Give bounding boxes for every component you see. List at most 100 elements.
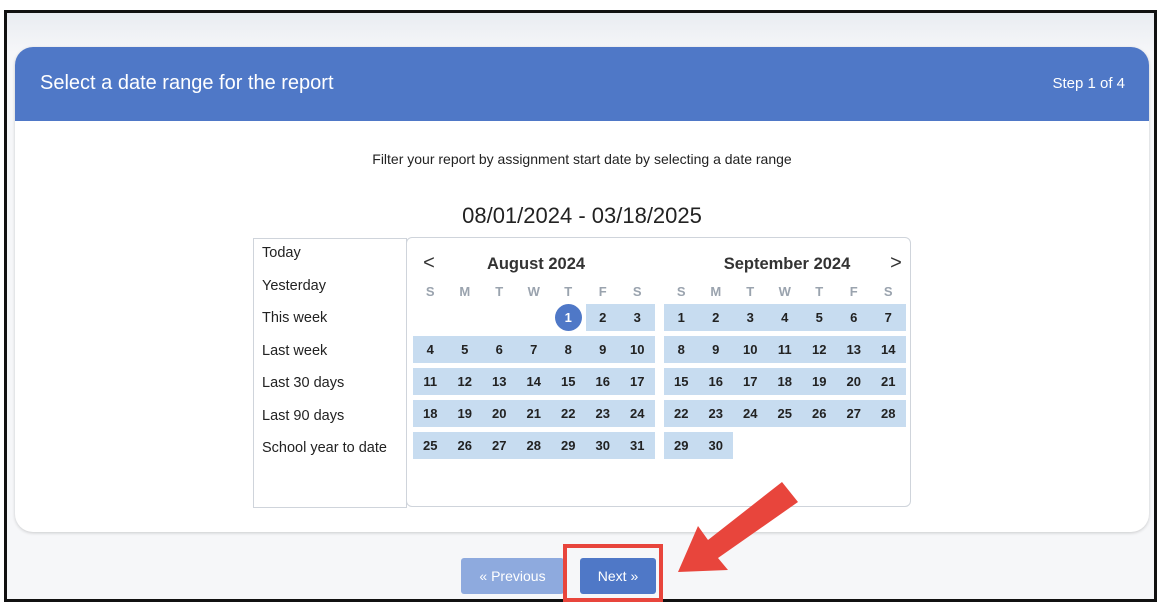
instruction-text: Filter your report by assignment start d…	[372, 151, 792, 167]
calendar-day[interactable]: 7	[516, 336, 551, 363]
calendar-day[interactable]: 17	[733, 368, 768, 395]
app-frame: Select a date range for the report Step …	[4, 10, 1157, 602]
weekday-label: S	[676, 284, 686, 299]
calendar-day[interactable]: 1	[664, 304, 699, 331]
weekday-label: F	[849, 284, 858, 299]
pointer-arrow-icon	[678, 482, 798, 572]
calendar-day[interactable]: 16	[698, 368, 733, 395]
calendar-day[interactable]: 7	[871, 304, 906, 331]
empty-day-cell	[482, 304, 517, 331]
range-start-day[interactable]: 1	[551, 304, 586, 331]
calendar-day[interactable]: 26	[802, 400, 837, 427]
calendar-day[interactable]: 28	[871, 400, 906, 427]
calendar-day[interactable]: 25	[767, 400, 802, 427]
calendar-day[interactable]: 5	[802, 304, 837, 331]
month-title: August 2024	[486, 255, 586, 273]
calendar-day[interactable]: 2	[698, 304, 733, 331]
preset-yesterday[interactable]: Yesterday	[254, 278, 406, 311]
calendar-day[interactable]: 29	[664, 432, 699, 459]
calendar-day[interactable]: 16	[585, 368, 620, 395]
preset-last-90-days[interactable]: Last 90 days	[254, 408, 406, 441]
calendar-day[interactable]: 23	[698, 400, 733, 427]
calendar-day[interactable]: 6	[482, 336, 517, 363]
step-indicator: Step 1 of 4	[1052, 75, 1125, 92]
previous-button[interactable]: « Previous	[461, 558, 564, 594]
weekday-label: S	[425, 284, 435, 299]
calendar-week-row: 123	[413, 304, 659, 331]
calendar-day[interactable]: 17	[620, 368, 655, 395]
weekday-label: S	[883, 284, 893, 299]
calendar-day[interactable]: 3	[620, 304, 655, 331]
date-range-display[interactable]: 08/01/2024 - 03/18/2025	[15, 203, 1149, 229]
calendar-day[interactable]: 5	[447, 336, 482, 363]
calendar-day[interactable]: 20	[836, 368, 871, 395]
calendar-day[interactable]: 29	[551, 432, 586, 459]
calendar-day[interactable]: 12	[447, 368, 482, 395]
preset-last-30-days[interactable]: Last 30 days	[254, 375, 406, 408]
preset-this-week[interactable]: This week	[254, 310, 406, 343]
calendar-day[interactable]: 19	[447, 400, 482, 427]
calendar-day[interactable]: 12	[802, 336, 837, 363]
preset-today[interactable]: Today	[254, 245, 406, 278]
empty-day-cell	[517, 304, 552, 331]
calendar-day[interactable]: 13	[482, 368, 517, 395]
calendar-day[interactable]: 30	[698, 432, 733, 459]
calendar-day[interactable]: 20	[482, 400, 517, 427]
calendar-day[interactable]: 9	[585, 336, 620, 363]
calendar-day[interactable]: 18	[413, 400, 448, 427]
calendar-day[interactable]: 15	[664, 368, 699, 395]
weekday-label: T	[495, 284, 504, 299]
calendar-week-row: 1234567	[664, 304, 910, 331]
calendar-day[interactable]: 19	[802, 368, 837, 395]
card-header: Select a date range for the report Step …	[15, 47, 1149, 121]
calendar-day[interactable]: 21	[516, 400, 551, 427]
weekday-label: W	[778, 284, 791, 299]
calendar-day[interactable]: 10	[620, 336, 655, 363]
calendar-day[interactable]: 25	[413, 432, 448, 459]
calendar-week-row: 8 9 10 11 12 13 14	[664, 336, 910, 363]
preset-range-list: Today Yesterday This week Last week Last…	[253, 238, 407, 508]
calendar-day[interactable]: 31	[620, 432, 655, 459]
empty-day-cell	[802, 432, 837, 459]
calendar-day[interactable]: 10	[733, 336, 768, 363]
calendar-day[interactable]: 24	[733, 400, 768, 427]
calendar-day[interactable]: 18	[767, 368, 802, 395]
calendar-day[interactable]: 28	[516, 432, 551, 459]
calendar-day[interactable]: 27	[836, 400, 871, 427]
calendar-day[interactable]: 9	[698, 336, 733, 363]
calendar-day[interactable]: 21	[871, 368, 906, 395]
chevron-right-icon[interactable]: >	[886, 252, 906, 275]
month-title: September 2024	[723, 255, 851, 273]
calendar-day[interactable]: 14	[871, 336, 906, 363]
calendar-day[interactable]: 3	[733, 304, 768, 331]
preset-last-week[interactable]: Last week	[254, 343, 406, 376]
report-wizard-card: Select a date range for the report Step …	[15, 47, 1149, 532]
preset-school-year-to-date[interactable]: School year to date	[254, 440, 406, 473]
calendar-day[interactable]: 23	[585, 400, 620, 427]
calendar-day[interactable]: 15	[551, 368, 586, 395]
calendar-day[interactable]: 30	[585, 432, 620, 459]
weekday-label: F	[598, 284, 607, 299]
calendar-day[interactable]: 6	[836, 304, 871, 331]
card-title: Select a date range for the report	[40, 72, 334, 94]
empty-day-cell	[837, 432, 872, 459]
calendar-day[interactable]: 4	[413, 336, 448, 363]
calendar-day[interactable]: 26	[447, 432, 482, 459]
calendar-week-row: 15 16 17 18 19 20 21	[664, 368, 910, 395]
calendar-day[interactable]: 14	[516, 368, 551, 395]
calendar-day[interactable]: 11	[767, 336, 802, 363]
empty-day-cell	[413, 304, 448, 331]
calendar-day[interactable]: 24	[620, 400, 655, 427]
calendar-week-row: 11 12 13 14 15 16 17	[413, 368, 659, 395]
weekday-label: M	[459, 284, 471, 299]
empty-day-cell	[768, 432, 803, 459]
calendar-day[interactable]: 11	[413, 368, 448, 395]
calendar-day[interactable]: 22	[664, 400, 699, 427]
calendar-day[interactable]: 2	[585, 304, 620, 331]
calendar-day[interactable]: 22	[551, 400, 586, 427]
calendar-day[interactable]: 13	[836, 336, 871, 363]
calendar-day[interactable]: 4	[767, 304, 802, 331]
calendar-day[interactable]: 27	[482, 432, 517, 459]
calendar-day[interactable]: 8	[664, 336, 699, 363]
calendar-day[interactable]: 8	[551, 336, 586, 363]
